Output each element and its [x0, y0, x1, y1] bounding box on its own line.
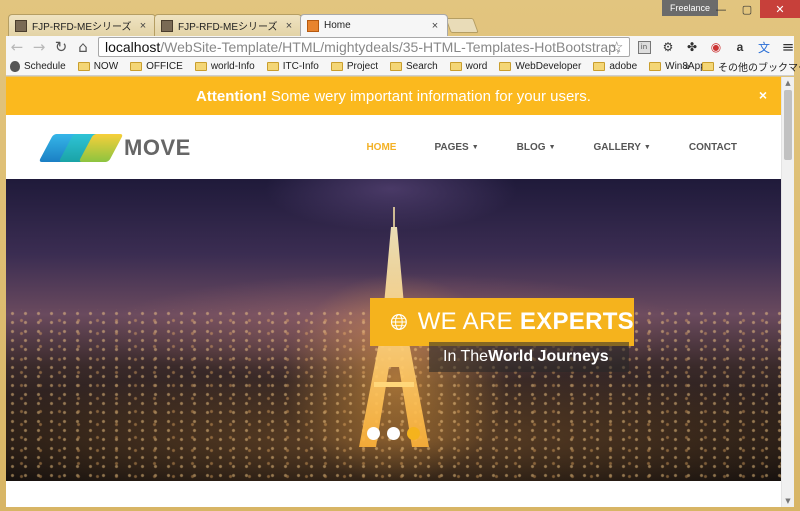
browser-tab[interactable]: FJP-RFD-MEシリーズ【従 ×: [8, 14, 156, 36]
caret-down-icon: ▼: [548, 143, 556, 151]
folder-icon: [194, 62, 207, 71]
folder-icon: [266, 62, 279, 71]
new-tab-button[interactable]: [445, 18, 479, 33]
bookmark-item[interactable]: Schedule: [10, 61, 66, 72]
alert-strong: Attention!: [196, 87, 267, 105]
apple-icon: [10, 61, 20, 72]
home-button[interactable]: ⌂: [72, 36, 94, 58]
hero-title: WE ARE EXPERTS: [417, 308, 634, 335]
browser-tab-active[interactable]: Home ×: [300, 14, 448, 36]
translate-icon[interactable]: 文: [752, 36, 776, 58]
menu-icon[interactable]: ≡: [776, 36, 800, 58]
bookmark-folder[interactable]: ITC-Info: [266, 61, 319, 72]
window-controls: — ▢ ✕: [708, 0, 800, 18]
url-host: localhost: [105, 39, 161, 55]
bookmark-folder[interactable]: word: [449, 61, 487, 72]
reload-button[interactable]: ↻: [50, 36, 72, 58]
nav-home[interactable]: HOME: [366, 142, 396, 153]
puzzle-icon[interactable]: ✤: [680, 36, 704, 58]
slider-dot[interactable]: [367, 427, 380, 440]
main-menu: HOME PAGES ▼ BLOG ▼ GALLERY ▼ CONTACT: [328, 115, 737, 179]
maximize-button[interactable]: ▢: [734, 0, 760, 18]
folder-icon: [702, 62, 714, 71]
tab-close-icon[interactable]: ×: [429, 20, 441, 32]
bookmark-folder[interactable]: OFFICE: [130, 61, 183, 72]
folder-icon: [499, 62, 512, 71]
caret-down-icon: ▼: [643, 143, 651, 151]
bookmark-folder[interactable]: world-Info: [194, 61, 255, 72]
nav-gallery[interactable]: GALLERY ▼: [594, 142, 651, 153]
close-window-button[interactable]: ✕: [760, 0, 800, 18]
adblock-icon[interactable]: ◉: [704, 36, 728, 58]
nav-contact[interactable]: CONTACT: [689, 142, 737, 153]
forward-button[interactable]: →: [28, 36, 50, 58]
brand-name: MOVE: [124, 135, 191, 160]
alert-message: Some wery important information for your…: [270, 87, 591, 105]
caret-down-icon: ▼: [471, 143, 479, 151]
site-logo[interactable]: MOVE: [38, 134, 191, 162]
bookmark-folder[interactable]: Search: [389, 61, 438, 72]
folder-icon: [449, 62, 462, 71]
slider-dot-active[interactable]: [407, 427, 420, 440]
browser-tab[interactable]: FJP-RFD-MEシリーズ【従 ×: [154, 14, 302, 36]
slider-pagination: [367, 427, 427, 440]
alert-close-button[interactable]: ×: [759, 87, 767, 103]
tab-strip: FJP-RFD-MEシリーズ【従 × FJP-RFD-MEシリーズ【従 × Ho…: [8, 14, 708, 36]
tab-title: FJP-RFD-MEシリーズ【従: [178, 22, 283, 33]
amazon-icon[interactable]: a: [728, 36, 752, 58]
hero-title-box: WE ARE EXPERTS: [370, 298, 634, 346]
slider-dot[interactable]: [387, 427, 400, 440]
tab-title: Home: [324, 20, 351, 31]
extension-icons: in ⚙ ✤ ◉ a 文 ≡: [632, 36, 800, 58]
scroll-up-arrow-icon[interactable]: ▲: [782, 77, 794, 89]
page-viewport: Attention! Some wery important informati…: [6, 77, 794, 507]
page-favicon-icon: [15, 19, 27, 32]
scroll-thumb[interactable]: [784, 90, 792, 160]
browser-toolbar: ← → ↻ ⌂ localhost/WebSite-Template/HTML/…: [6, 36, 794, 58]
in-extension-icon[interactable]: in: [632, 36, 656, 58]
gear-icon[interactable]: ⚙: [656, 36, 680, 58]
bookmark-folder[interactable]: adobe: [593, 61, 637, 72]
globe-icon: [390, 314, 407, 330]
scroll-down-arrow-icon[interactable]: ▼: [782, 495, 794, 507]
bookmark-folder[interactable]: WebDeveloper: [499, 61, 581, 72]
bookmark-folder[interactable]: NOW: [77, 61, 118, 72]
bookmarks-overflow-button[interactable]: »: [684, 61, 690, 73]
site-navbar: MOVE HOME PAGES ▼ BLOG ▼ GALLERY ▼ CONTACT: [6, 115, 781, 179]
folder-icon: [330, 62, 343, 71]
tab-title: FJP-RFD-MEシリーズ【従: [32, 22, 137, 33]
tab-close-icon[interactable]: ×: [137, 20, 149, 32]
minimize-button[interactable]: —: [708, 0, 734, 18]
tab-close-icon[interactable]: ×: [283, 20, 295, 32]
other-bookmarks-folder[interactable]: その他のブックマーク: [702, 59, 800, 74]
bookmark-folder[interactable]: Project: [330, 61, 378, 72]
folder-icon: [389, 62, 402, 71]
hero-slider[interactable]: WE ARE EXPERTS In The World Journeys: [6, 179, 781, 481]
folder-icon: [77, 62, 90, 71]
url-path: /WebSite-Template/HTML/mightydeals/35-HT…: [160, 39, 620, 55]
address-bar[interactable]: localhost/WebSite-Template/HTML/mightyde…: [98, 37, 630, 57]
folder-icon: [130, 62, 143, 71]
nav-pages[interactable]: PAGES ▼: [434, 142, 478, 153]
bookmarks-bar: Schedule NOW OFFICE world-Info ITC-Info …: [6, 58, 800, 76]
page-scrollbar[interactable]: ▲ ▼: [781, 77, 794, 507]
page-favicon-icon: [307, 19, 319, 32]
folder-icon: [593, 62, 606, 71]
logo-mark-icon: [38, 134, 124, 162]
hero-subtitle: In The World Journeys: [429, 342, 629, 372]
folder-icon: [649, 62, 662, 71]
page-favicon-icon: [161, 19, 173, 32]
bookmark-folder[interactable]: Win8App: [649, 61, 706, 72]
bookmark-star-icon[interactable]: ☆: [610, 38, 623, 56]
back-button[interactable]: ←: [6, 36, 28, 58]
nav-blog[interactable]: BLOG ▼: [517, 142, 556, 153]
attention-alert-bar: Attention! Some wery important informati…: [6, 77, 781, 115]
